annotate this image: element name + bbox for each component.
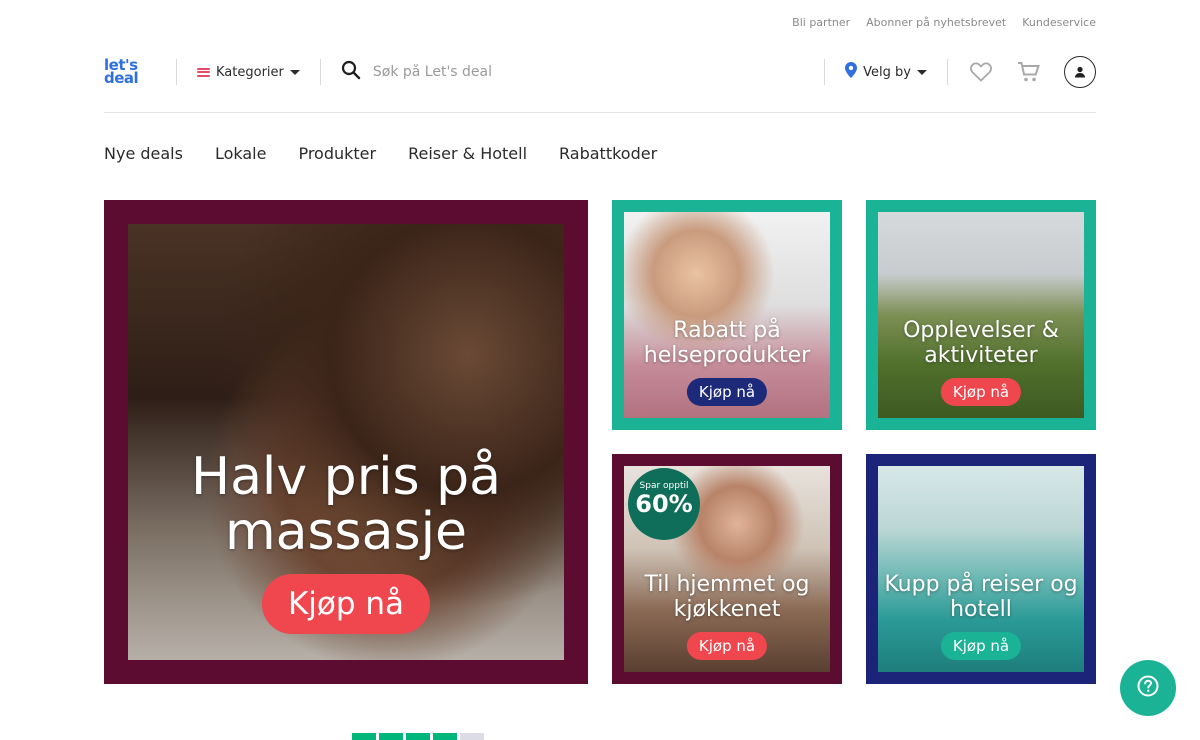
nav-item-lokale[interactable]: Lokale <box>215 144 267 163</box>
search-input[interactable] <box>372 64 753 80</box>
massage-banner[interactable]: Halv pris på massasje Kjøp nå <box>104 200 588 684</box>
nav-item-reiser-hotell[interactable]: Reiser & Hotell <box>408 144 527 163</box>
star-icon <box>433 733 457 740</box>
rating-stars <box>352 733 484 740</box>
star-icon <box>379 733 403 740</box>
health-image: Rabatt på helseprodukter Kjøp nå <box>624 212 830 418</box>
search-bar <box>341 60 804 84</box>
star-icon <box>406 733 430 740</box>
banner-title: Halv pris på massasje <box>190 447 502 562</box>
categories-dropdown[interactable]: Kategorier <box>197 65 300 80</box>
help-icon <box>1137 675 1159 701</box>
nav-item-rabattkoder[interactable]: Rabattkoder <box>559 144 657 163</box>
discount-badge: Spar opptil 60% <box>628 468 700 540</box>
banner-title: Kupp på reiser og hotell <box>884 572 1078 622</box>
banner-title: Til hjemmet og kjøkkenet <box>644 572 810 622</box>
nav-item-nye-deals[interactable]: Nye deals <box>104 144 183 163</box>
city-label: Velg by <box>863 64 911 80</box>
buy-now-button[interactable]: Kjøp nå <box>686 632 768 660</box>
header-divider <box>104 112 1096 113</box>
nav-item-produkter[interactable]: Produkter <box>298 144 376 163</box>
star-icon <box>352 733 376 740</box>
divider <box>176 59 177 85</box>
banner-title: Rabatt på helseprodukter <box>643 318 811 368</box>
site-header: let's deal Kategorier Velg by <box>104 52 1096 92</box>
pool-image: Kupp på reiser og hotell Kjøp nå <box>878 466 1084 672</box>
divider <box>947 59 948 85</box>
buy-now-button[interactable]: Kjøp nå <box>261 574 431 634</box>
buy-now-button[interactable]: Kjøp nå <box>940 378 1022 406</box>
health-products-banner[interactable]: Rabatt på helseprodukter Kjøp nå <box>612 200 842 430</box>
menu-icon <box>197 67 210 77</box>
buy-now-button[interactable]: Kjøp nå <box>686 378 768 406</box>
newsletter-link[interactable]: Abonner på nyhetsbrevet <box>866 16 1006 29</box>
location-pin-icon <box>845 62 858 82</box>
logo-line-2: deal <box>104 69 139 87</box>
header-icons <box>968 56 1096 88</box>
badge-percent: 60% <box>635 490 693 518</box>
travel-hotel-banner[interactable]: Kupp på reiser og hotell Kjøp nå <box>866 454 1096 684</box>
star-icon <box>460 733 484 740</box>
utility-links: Bli partner Abonner på nyhetsbrevet Kund… <box>792 16 1096 29</box>
customer-service-link[interactable]: Kundeservice <box>1022 16 1096 29</box>
kitchen-image: Spar opptil 60% Til hjemmet og kjøkkenet… <box>624 466 830 672</box>
help-button[interactable] <box>1120 660 1176 716</box>
cart-icon[interactable] <box>1016 59 1042 85</box>
user-account-icon[interactable] <box>1064 56 1096 88</box>
massage-image: Halv pris på massasje Kjøp nå <box>128 224 564 660</box>
chevron-down-icon <box>289 69 300 75</box>
divider <box>319 59 321 85</box>
banner-title: Opplevelser & aktiviteter <box>903 318 1059 368</box>
city-selector[interactable]: Velg by <box>845 62 927 82</box>
partner-link[interactable]: Bli partner <box>792 16 850 29</box>
search-icon[interactable] <box>341 60 361 84</box>
heart-icon[interactable] <box>968 59 994 85</box>
main-nav: Nye deals Lokale Produkter Reiser & Hote… <box>104 144 657 163</box>
categories-label: Kategorier <box>216 64 284 80</box>
badge-small-text: Spar opptil <box>639 481 689 491</box>
home-kitchen-banner[interactable]: Spar opptil 60% Til hjemmet og kjøkkenet… <box>612 454 842 684</box>
divider <box>824 59 826 85</box>
buy-now-button[interactable]: Kjøp nå <box>940 632 1022 660</box>
chevron-down-icon <box>917 69 927 75</box>
trustpilot-rating[interactable] <box>352 733 484 740</box>
experiences-banner[interactable]: Opplevelser & aktiviteter Kjøp nå <box>866 200 1096 430</box>
experiences-image: Opplevelser & aktiviteter Kjøp nå <box>878 212 1084 418</box>
logo[interactable]: let's deal <box>104 52 156 92</box>
